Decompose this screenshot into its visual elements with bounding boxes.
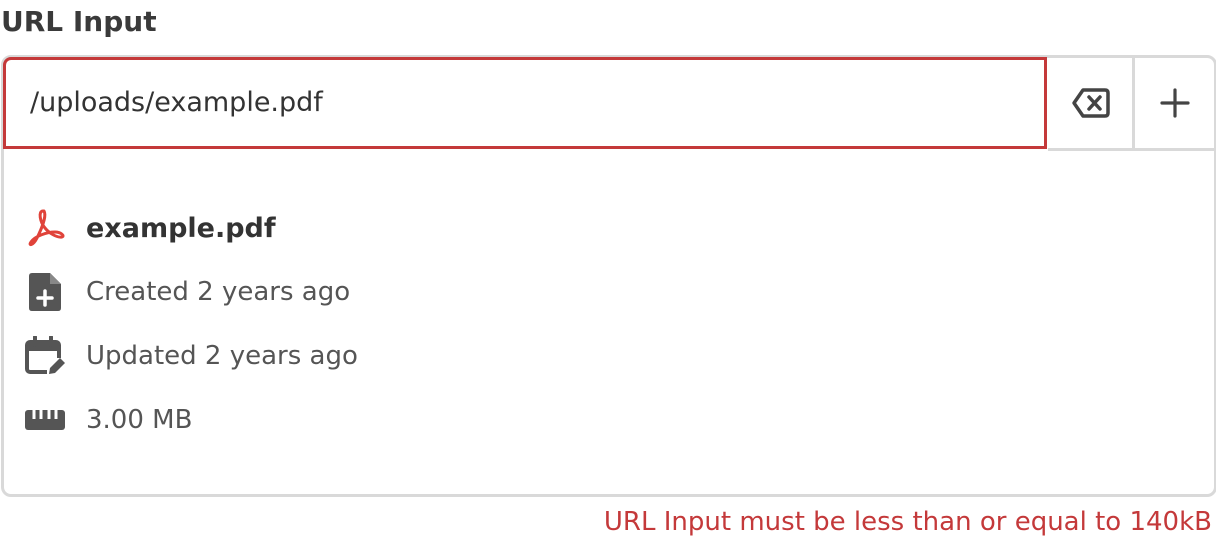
updated-row: Updated 2 years ago bbox=[24, 334, 358, 378]
pdf-icon bbox=[24, 207, 66, 249]
created-row: Created 2 years ago bbox=[24, 270, 350, 314]
file-name: example.pdf bbox=[86, 212, 276, 244]
error-message: URL Input must be less than or equal to … bbox=[603, 507, 1212, 537]
size-row: 3.00 MB bbox=[24, 398, 192, 442]
plus-icon bbox=[1159, 88, 1190, 118]
backspace-icon bbox=[1071, 87, 1111, 119]
calendar-edit-icon bbox=[24, 335, 66, 377]
file-plus-icon bbox=[24, 271, 66, 313]
ruler-icon bbox=[24, 399, 66, 441]
created-text: Created 2 years ago bbox=[86, 277, 351, 307]
clear-button[interactable] bbox=[1050, 58, 1132, 148]
url-input-wrapper bbox=[3, 57, 1047, 149]
add-button[interactable] bbox=[1135, 58, 1214, 148]
header-divider bbox=[1048, 148, 1214, 151]
url-input-box: example.pdf Created 2 years ago Updated … bbox=[1, 55, 1216, 497]
size-text: 3.00 MB bbox=[86, 405, 193, 435]
file-name-row: example.pdf bbox=[24, 206, 276, 250]
url-input[interactable] bbox=[30, 74, 1010, 130]
updated-text: Updated 2 years ago bbox=[86, 341, 358, 371]
field-label: URL Input bbox=[1, 5, 157, 38]
